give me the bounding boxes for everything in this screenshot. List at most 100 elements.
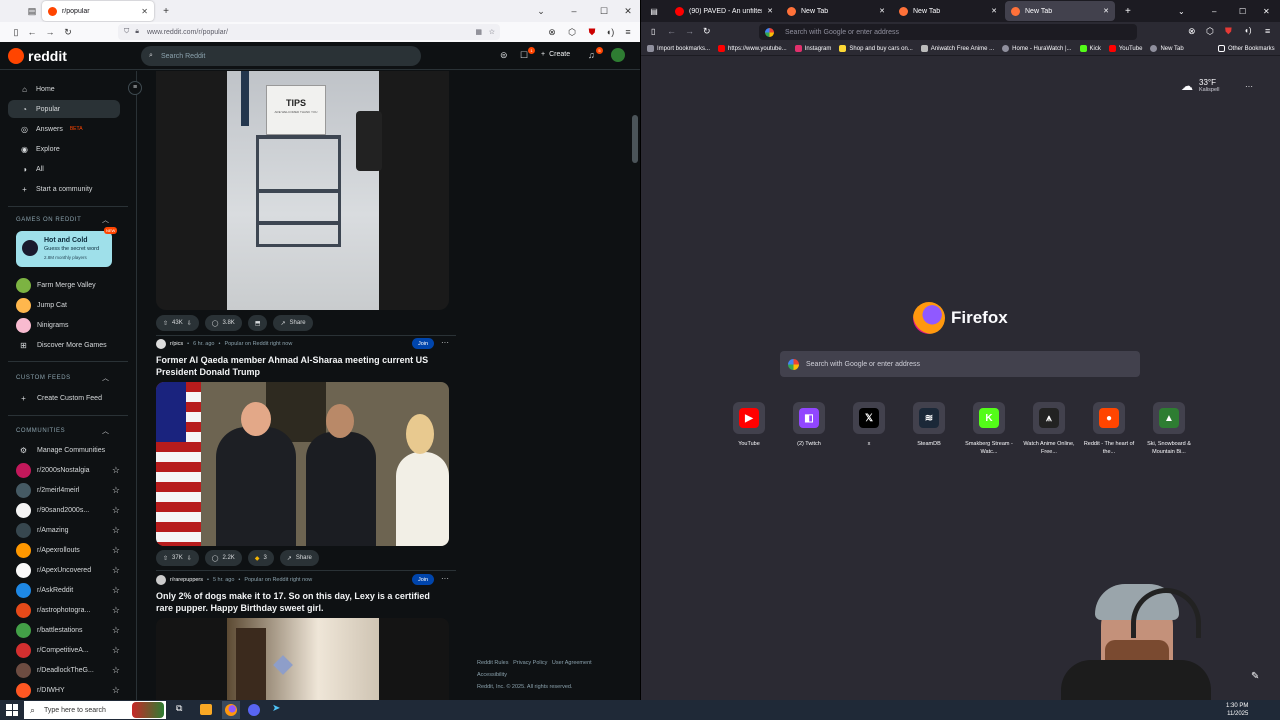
avatar[interactable]	[611, 48, 625, 62]
scrollbar-thumb[interactable]	[632, 115, 638, 163]
pocket-icon[interactable]: ⬡	[1206, 26, 1214, 37]
close-tab-icon[interactable]: ✕	[1103, 7, 1109, 15]
tab-r-popular[interactable]: r/popular ✕	[42, 1, 154, 21]
reload-button[interactable]: ↻	[62, 26, 74, 38]
edit-pencil-icon[interactable]: ✎	[1251, 671, 1259, 682]
game-farm-merge-valley[interactable]: Farm Merge Valley	[16, 276, 116, 294]
tab-new-3[interactable]: New Tab ✕	[1005, 1, 1115, 21]
ublock-icon[interactable]: ⛊	[586, 26, 598, 38]
sidebar-community-item[interactable]: r/Apexrollouts ☆	[16, 541, 120, 559]
shortcut-tile[interactable]: ⩚ Watch Anime Online, Free...	[1020, 402, 1078, 456]
vote-button[interactable]: ⇧ 37K ⇩	[156, 550, 199, 566]
sidebar-item-home[interactable]: ⌂ Home	[8, 80, 120, 98]
chevron-up-icon[interactable]: ︿	[102, 215, 109, 225]
award-button[interactable]: ◆ 3	[247, 550, 274, 566]
footer-link[interactable]: User Agreement	[552, 660, 592, 666]
sidebar-item-answers[interactable]: ◎ Answers BETA	[8, 120, 120, 138]
chevron-up-icon[interactable]: ︿	[102, 426, 109, 436]
sidebar-community-item[interactable]: r/astrophotogra... ☆	[16, 601, 120, 619]
footer-link[interactable]: Privacy Policy	[513, 660, 547, 666]
new-tab-button[interactable]: +	[160, 5, 172, 17]
subreddit-name[interactable]: r/pics	[170, 341, 183, 347]
chat-icon[interactable]: ☐	[520, 50, 528, 61]
bookmark-import[interactable]: Import bookmarks...	[647, 45, 710, 52]
sidebar-community-item[interactable]: r/DeadlockTheG... ☆	[16, 661, 120, 679]
create-button[interactable]: + Create	[541, 51, 570, 58]
subreddit-name[interactable]: r/rarepuppers	[170, 577, 203, 583]
newtab-search-input[interactable]: Search with Google or enter address	[780, 351, 1140, 377]
clock[interactable]: 1:30 PM 11/2025	[1226, 702, 1248, 718]
shortcut-tile[interactable]: ≋ SteamDB	[900, 402, 958, 448]
other-bookmarks[interactable]: Other Bookmarks	[1218, 45, 1275, 52]
close-tab-icon[interactable]: ✕	[879, 7, 885, 15]
sidebar-community-item[interactable]: r/battlestations ☆	[16, 621, 120, 639]
sidebar-community-item[interactable]: r/DIWHY ☆	[16, 681, 120, 699]
bookmark-new-tab[interactable]: New Tab	[1150, 45, 1184, 52]
favorite-star-icon[interactable]: ☆	[112, 605, 120, 616]
speaker-icon[interactable]: ◖)	[1244, 26, 1252, 35]
hot-and-cold-promo[interactable]: Hot and Cold Guess the secret word 2.8M …	[16, 227, 118, 267]
menu-icon[interactable]: ≡	[622, 26, 634, 38]
sidebar-community-item[interactable]: r/Amazing ☆	[16, 521, 120, 539]
game-ninigrams[interactable]: Ninigrams	[16, 316, 116, 334]
minimize-button[interactable]: –	[1212, 7, 1216, 16]
favorite-star-icon[interactable]: ☆	[112, 545, 120, 556]
bookmark-hurawatch[interactable]: Home - HuraWatch |...	[1002, 45, 1072, 52]
favorite-star-icon[interactable]: ☆	[112, 625, 120, 636]
task-view-icon[interactable]: ⧉	[176, 703, 182, 714]
manage-communities[interactable]: ⚙ Manage Communities	[16, 441, 116, 459]
create-custom-feed[interactable]: + Create Custom Feed	[16, 389, 116, 407]
favorite-star-icon[interactable]: ☆	[112, 585, 120, 596]
extension-icon[interactable]: ⊗	[546, 26, 558, 38]
search-input[interactable]: ⌕ Search Reddit	[141, 46, 421, 66]
favorite-star-icon[interactable]: ☆	[112, 665, 120, 676]
join-button[interactable]: Join	[412, 574, 435, 585]
more-options-icon[interactable]: ···	[441, 338, 449, 347]
close-tab-icon[interactable]: ✕	[991, 7, 997, 15]
sidebar-community-item[interactable]: r/CompetitiveA... ☆	[16, 641, 120, 659]
ad-icon[interactable]: ⊜	[500, 50, 508, 61]
back-button[interactable]: ←	[667, 26, 676, 36]
bookmark-kick[interactable]: Kick	[1079, 45, 1101, 52]
ublock-icon[interactable]: ⛊	[1225, 26, 1232, 37]
forward-button[interactable]: →	[685, 26, 694, 36]
pocket-icon[interactable]: ⬡	[566, 26, 578, 38]
maximize-button[interactable]: ☐	[1239, 7, 1246, 16]
taskbar-search-input[interactable]: ⌕ Type here to search	[24, 701, 166, 719]
post-image[interactable]	[156, 618, 449, 700]
shortcut-tile[interactable]: ● Reddit - The heart of the...	[1080, 402, 1138, 456]
close-tab-icon[interactable]: ✕	[141, 7, 148, 16]
sidebar-community-item[interactable]: r/2000sNostalgia ☆	[16, 461, 120, 479]
sidebar-community-item[interactable]: r/ApexUncovered ☆	[16, 561, 120, 579]
sidebar-item-all[interactable]: ◑ All	[8, 160, 120, 178]
discover-more-games[interactable]: ⊞ Discover More Games	[16, 336, 116, 354]
sidebar-item-start-community[interactable]: + Start a community	[8, 180, 120, 198]
sidebar-community-item[interactable]: r/90sand2000s... ☆	[16, 501, 120, 519]
close-window-button[interactable]: ✕	[1263, 7, 1270, 16]
sidebar-toggle-icon[interactable]: ▯	[10, 26, 22, 38]
extension-icon[interactable]: ⊗	[1188, 26, 1196, 37]
weather-widget[interactable]: ☁ 33°F Kalispell	[1181, 78, 1219, 93]
favorite-star-icon[interactable]: ☆	[112, 685, 120, 696]
menu-icon[interactable]: ≡	[1265, 26, 1270, 36]
favorite-star-icon[interactable]: ☆	[112, 525, 120, 536]
vote-button[interactable]: ⇧ 43K ⇩	[156, 315, 199, 331]
award-button[interactable]: ⬒	[247, 315, 268, 331]
comments-button[interactable]: ◯ 2.2K	[204, 550, 242, 566]
post-image[interactable]	[156, 382, 449, 546]
more-options-icon[interactable]: ···	[1245, 82, 1253, 91]
favorite-star-icon[interactable]: ☆	[112, 485, 120, 496]
scrollbar[interactable]	[630, 71, 640, 700]
url-bar[interactable]: Search with Google or enter address	[759, 24, 1137, 40]
collapse-sidebar-icon[interactable]: ≡	[128, 81, 142, 95]
footer-link[interactable]: Reddit Rules	[477, 660, 509, 666]
favorite-star-icon[interactable]: ☆	[112, 505, 120, 516]
chevron-down-icon[interactable]: ⌄	[535, 5, 547, 17]
bookmark-cars[interactable]: Shop and buy cars on...	[839, 45, 913, 52]
reader-icon[interactable]: ▦	[475, 28, 482, 36]
game-jump-cat[interactable]: Jump Cat	[16, 296, 116, 314]
favorite-star-icon[interactable]: ☆	[112, 465, 120, 476]
post-image[interactable]: TIPS ARE WELCOMED THANK YOU	[156, 71, 449, 310]
obs-taskbar-icon[interactable]: ➤	[272, 703, 280, 714]
bookmark-youtube[interactable]: YouTube	[1108, 45, 1142, 52]
